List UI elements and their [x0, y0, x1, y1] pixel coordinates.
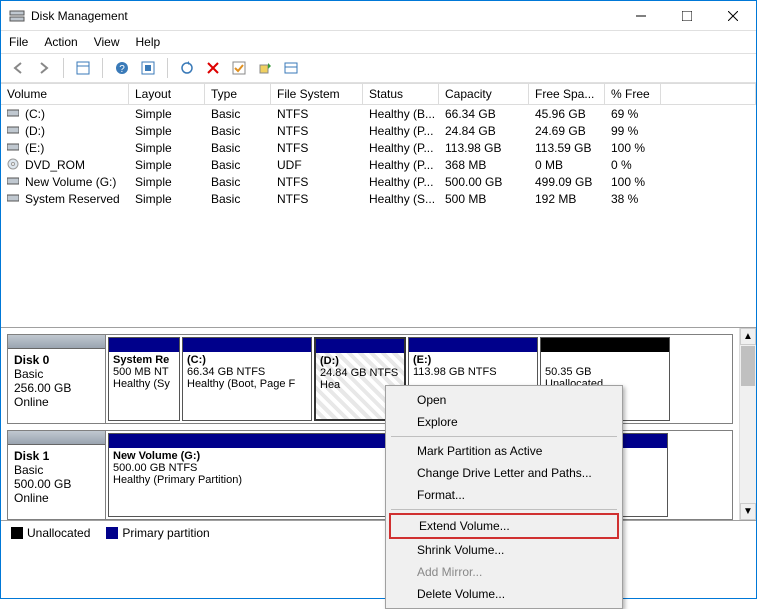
volume-row[interactable]: DVD_ROMSimpleBasicUDFHealthy (P...368 MB… — [1, 156, 756, 173]
delete-icon[interactable] — [202, 57, 224, 79]
toolbar: ? — [1, 53, 756, 83]
ctx-mirror: Add Mirror... — [389, 561, 619, 583]
drive-icon — [7, 158, 21, 172]
scroll-up[interactable]: ▲ — [740, 328, 756, 345]
ctx-delete[interactable]: Delete Volume... — [389, 583, 619, 605]
menu-view[interactable]: View — [94, 35, 120, 49]
toolbar-action-icon[interactable] — [254, 57, 276, 79]
check-icon[interactable] — [228, 57, 250, 79]
col-cap[interactable]: Capacity — [439, 84, 529, 104]
legend: Unallocated Primary partition — [1, 520, 756, 544]
vertical-scrollbar[interactable]: ▲ ▼ — [739, 328, 756, 520]
drive-icon — [7, 124, 21, 138]
volume-row[interactable]: (D:)SimpleBasicNTFSHealthy (P...24.84 GB… — [1, 122, 756, 139]
forward-button[interactable] — [33, 57, 55, 79]
close-button[interactable] — [710, 1, 756, 30]
ctx-extend[interactable]: Extend Volume... — [389, 513, 619, 539]
disk-info[interactable]: Disk 1Basic500.00 GBOnline — [8, 431, 106, 519]
partition[interactable]: (C:)66.34 GB NTFSHealthy (Boot, Page F — [182, 337, 312, 421]
col-free[interactable]: Free Spa... — [529, 84, 605, 104]
scroll-down[interactable]: ▼ — [740, 503, 756, 520]
context-menu: Open Explore Mark Partition as Active Ch… — [385, 385, 623, 609]
drive-icon — [7, 192, 21, 206]
drive-icon — [7, 175, 21, 189]
col-volume[interactable]: Volume — [1, 84, 129, 104]
volume-list: Volume Layout Type File System Status Ca… — [1, 83, 756, 327]
help-icon[interactable]: ? — [111, 57, 133, 79]
menu-file[interactable]: File — [9, 35, 28, 49]
volume-row[interactable]: (C:)SimpleBasicNTFSHealthy (B...66.34 GB… — [1, 105, 756, 122]
back-button[interactable] — [7, 57, 29, 79]
refresh-icon[interactable] — [176, 57, 198, 79]
maximize-button[interactable] — [664, 1, 710, 30]
ctx-mark[interactable]: Mark Partition as Active — [389, 440, 619, 462]
app-icon — [9, 8, 25, 24]
ctx-change[interactable]: Change Drive Letter and Paths... — [389, 462, 619, 484]
col-fs[interactable]: File System — [271, 84, 363, 104]
menu-help[interactable]: Help — [136, 35, 161, 49]
scroll-thumb[interactable] — [741, 346, 755, 386]
legend-primary: Primary partition — [122, 526, 209, 540]
ctx-explore[interactable]: Explore — [389, 411, 619, 433]
ctx-open[interactable]: Open — [389, 389, 619, 411]
minimize-button[interactable] — [618, 1, 664, 30]
toolbar-settings-icon[interactable] — [137, 57, 159, 79]
col-type[interactable]: Type — [205, 84, 271, 104]
disk-graphical-view: Disk 0Basic256.00 GBOnlineSystem Re500 M… — [1, 327, 756, 520]
drive-icon — [7, 107, 21, 121]
properties-icon[interactable] — [280, 57, 302, 79]
legend-unallocated: Unallocated — [27, 526, 90, 540]
menubar: File Action View Help — [1, 31, 756, 53]
col-status[interactable]: Status — [363, 84, 439, 104]
menu-action[interactable]: Action — [44, 35, 77, 49]
volume-row[interactable]: (E:)SimpleBasicNTFSHealthy (P...113.98 G… — [1, 139, 756, 156]
disk-info[interactable]: Disk 0Basic256.00 GBOnline — [8, 335, 106, 423]
volume-row[interactable]: New Volume (G:)SimpleBasicNTFSHealthy (P… — [1, 173, 756, 190]
ctx-shrink[interactable]: Shrink Volume... — [389, 539, 619, 561]
disk-row: Disk 1Basic500.00 GBOnlineNew Volume (G:… — [7, 430, 733, 520]
col-layout[interactable]: Layout — [129, 84, 205, 104]
drive-icon — [7, 141, 21, 155]
toolbar-view-icon[interactable] — [72, 57, 94, 79]
col-pct[interactable]: % Free — [605, 84, 661, 104]
disk-row: Disk 0Basic256.00 GBOnlineSystem Re500 M… — [7, 334, 733, 424]
titlebar: Disk Management — [1, 1, 756, 31]
volume-row[interactable]: System ReservedSimpleBasicNTFSHealthy (S… — [1, 190, 756, 207]
partition[interactable]: System Re500 MB NTHealthy (Sy — [108, 337, 180, 421]
window-title: Disk Management — [31, 9, 618, 23]
svg-text:?: ? — [119, 64, 125, 75]
ctx-format[interactable]: Format... — [389, 484, 619, 506]
